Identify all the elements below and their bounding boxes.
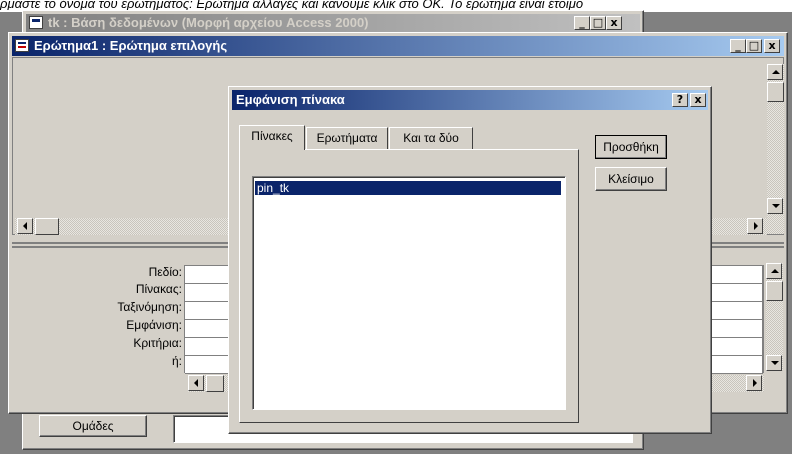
grid-row-labels: Πεδίο: Πίνακας: Ταξινόμηση: Εμφάνιση: Κρ…	[12, 265, 182, 375]
dialog-help-button[interactable]: ?	[672, 93, 688, 107]
list-item[interactable]: pin_tk	[254, 180, 562, 196]
tables-list[interactable]: pin_tk	[252, 176, 566, 410]
tab-panel: pin_tk	[239, 149, 579, 423]
grid-label-sort: Ταξινόμηση:	[117, 300, 182, 314]
tab-tables[interactable]: Πίνακες	[239, 125, 305, 150]
query-window-title: Ερώτημα1 : Ερώτημα επιλογής	[34, 38, 228, 53]
dialog-tabstrip[interactable]: Πίνακες Ερωτήματα Και τα δύο	[239, 125, 579, 151]
tab-queries[interactable]: Ερωτήματα	[306, 127, 388, 149]
grid-label-show: Εμφάνιση:	[126, 318, 182, 332]
tab-both[interactable]: Και τα δύο	[389, 127, 473, 149]
grid-scroll-down-button[interactable]	[766, 355, 782, 371]
close-button[interactable]: Κλείσιμο	[595, 167, 667, 191]
query-maximize-button[interactable]: □	[746, 39, 762, 53]
show-table-dialog[interactable]: Εμφάνιση πίνακα ? x Πίνακες Ερωτήματα Κα…	[228, 86, 712, 434]
query-window-titlebar[interactable]: Ερώτημα1 : Ερώτημα επιλογής _ □ x	[12, 36, 784, 56]
grid-scroll-thumb[interactable]	[766, 281, 783, 301]
database-window-titlebar[interactable]: tk : Βάση δεδομένων (Μορφή αρχείου Acces…	[26, 14, 640, 32]
table-pane-vscroll[interactable]	[767, 64, 784, 234]
dialog-close-button[interactable]: x	[690, 93, 706, 107]
add-button[interactable]: Προσθήκη	[595, 135, 667, 159]
scroll-right-button[interactable]	[747, 218, 763, 234]
db-minimize-button[interactable]: _	[574, 16, 590, 30]
scroll-left-button[interactable]	[17, 218, 33, 234]
scroll-up-button[interactable]	[767, 64, 783, 80]
grid-label-field: Πεδίο:	[148, 265, 182, 279]
grid-vscroll[interactable]	[766, 263, 783, 371]
db-maximize-button[interactable]: □	[590, 16, 606, 30]
grid-scroll-right-button[interactable]	[746, 375, 762, 391]
scroll-thumb[interactable]	[767, 82, 784, 102]
query-close-button[interactable]: x	[764, 39, 780, 53]
grid-scroll-left-button[interactable]	[188, 375, 204, 391]
groups-button[interactable]: Ομάδες	[39, 415, 147, 437]
dialog-titlebar[interactable]: Εμφάνιση πίνακα ? x	[232, 90, 708, 110]
grid-scroll-up-button[interactable]	[766, 263, 782, 279]
query-window-icon	[15, 39, 29, 52]
db-close-button[interactable]: x	[606, 16, 622, 30]
database-window-icon	[29, 16, 43, 29]
grid-label-or: ή:	[171, 354, 182, 368]
top-caption: ρμάστε το όνομα του ερωτήματος: Ερώτημα …	[0, 0, 584, 10]
hscroll-thumb[interactable]	[35, 218, 59, 235]
scroll-down-button[interactable]	[767, 198, 783, 214]
database-window-title: tk : Βάση δεδομένων (Μορφή αρχείου Acces…	[48, 15, 369, 30]
query-minimize-button[interactable]: _	[730, 39, 746, 53]
dialog-title: Εμφάνιση πίνακα	[236, 92, 345, 107]
grid-hscroll-thumb[interactable]	[206, 375, 224, 392]
grid-label-table: Πίνακας:	[135, 282, 182, 296]
grid-label-criteria: Κριτήρια:	[133, 336, 182, 350]
